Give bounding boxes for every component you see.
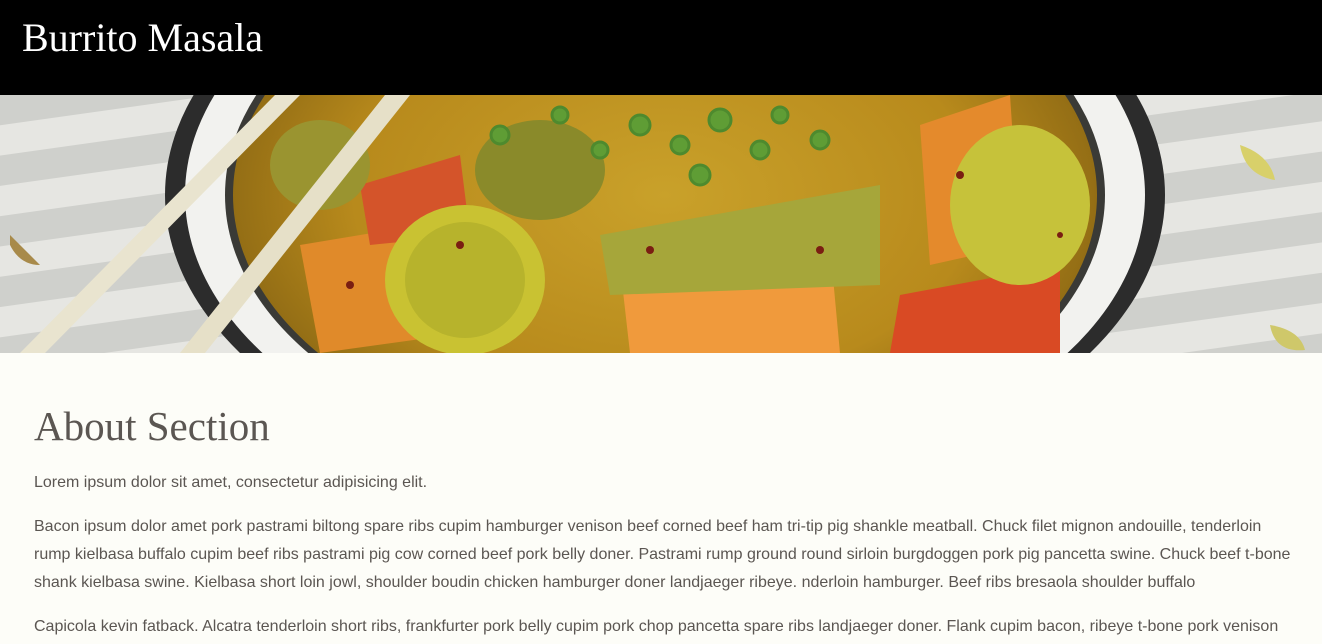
site-brand[interactable]: Burrito Masala — [22, 14, 263, 62]
hero-image — [0, 95, 1322, 353]
about-paragraph-capicola: Capicola kevin fatback. Alcatra tenderlo… — [34, 618, 1279, 635]
hero-food-illustration — [0, 95, 1322, 353]
about-paragraph-bacon: Bacon ipsum dolor amet pork pastrami bil… — [34, 518, 1291, 591]
about-title: About Section — [34, 403, 270, 449]
about-section: About Section Lorem ipsum dolor sit amet… — [0, 353, 1322, 644]
about-paragraph-intro: Lorem ipsum dolor sit amet, consectetur … — [34, 474, 428, 491]
site-header: Burrito Masala — [0, 0, 1322, 95]
